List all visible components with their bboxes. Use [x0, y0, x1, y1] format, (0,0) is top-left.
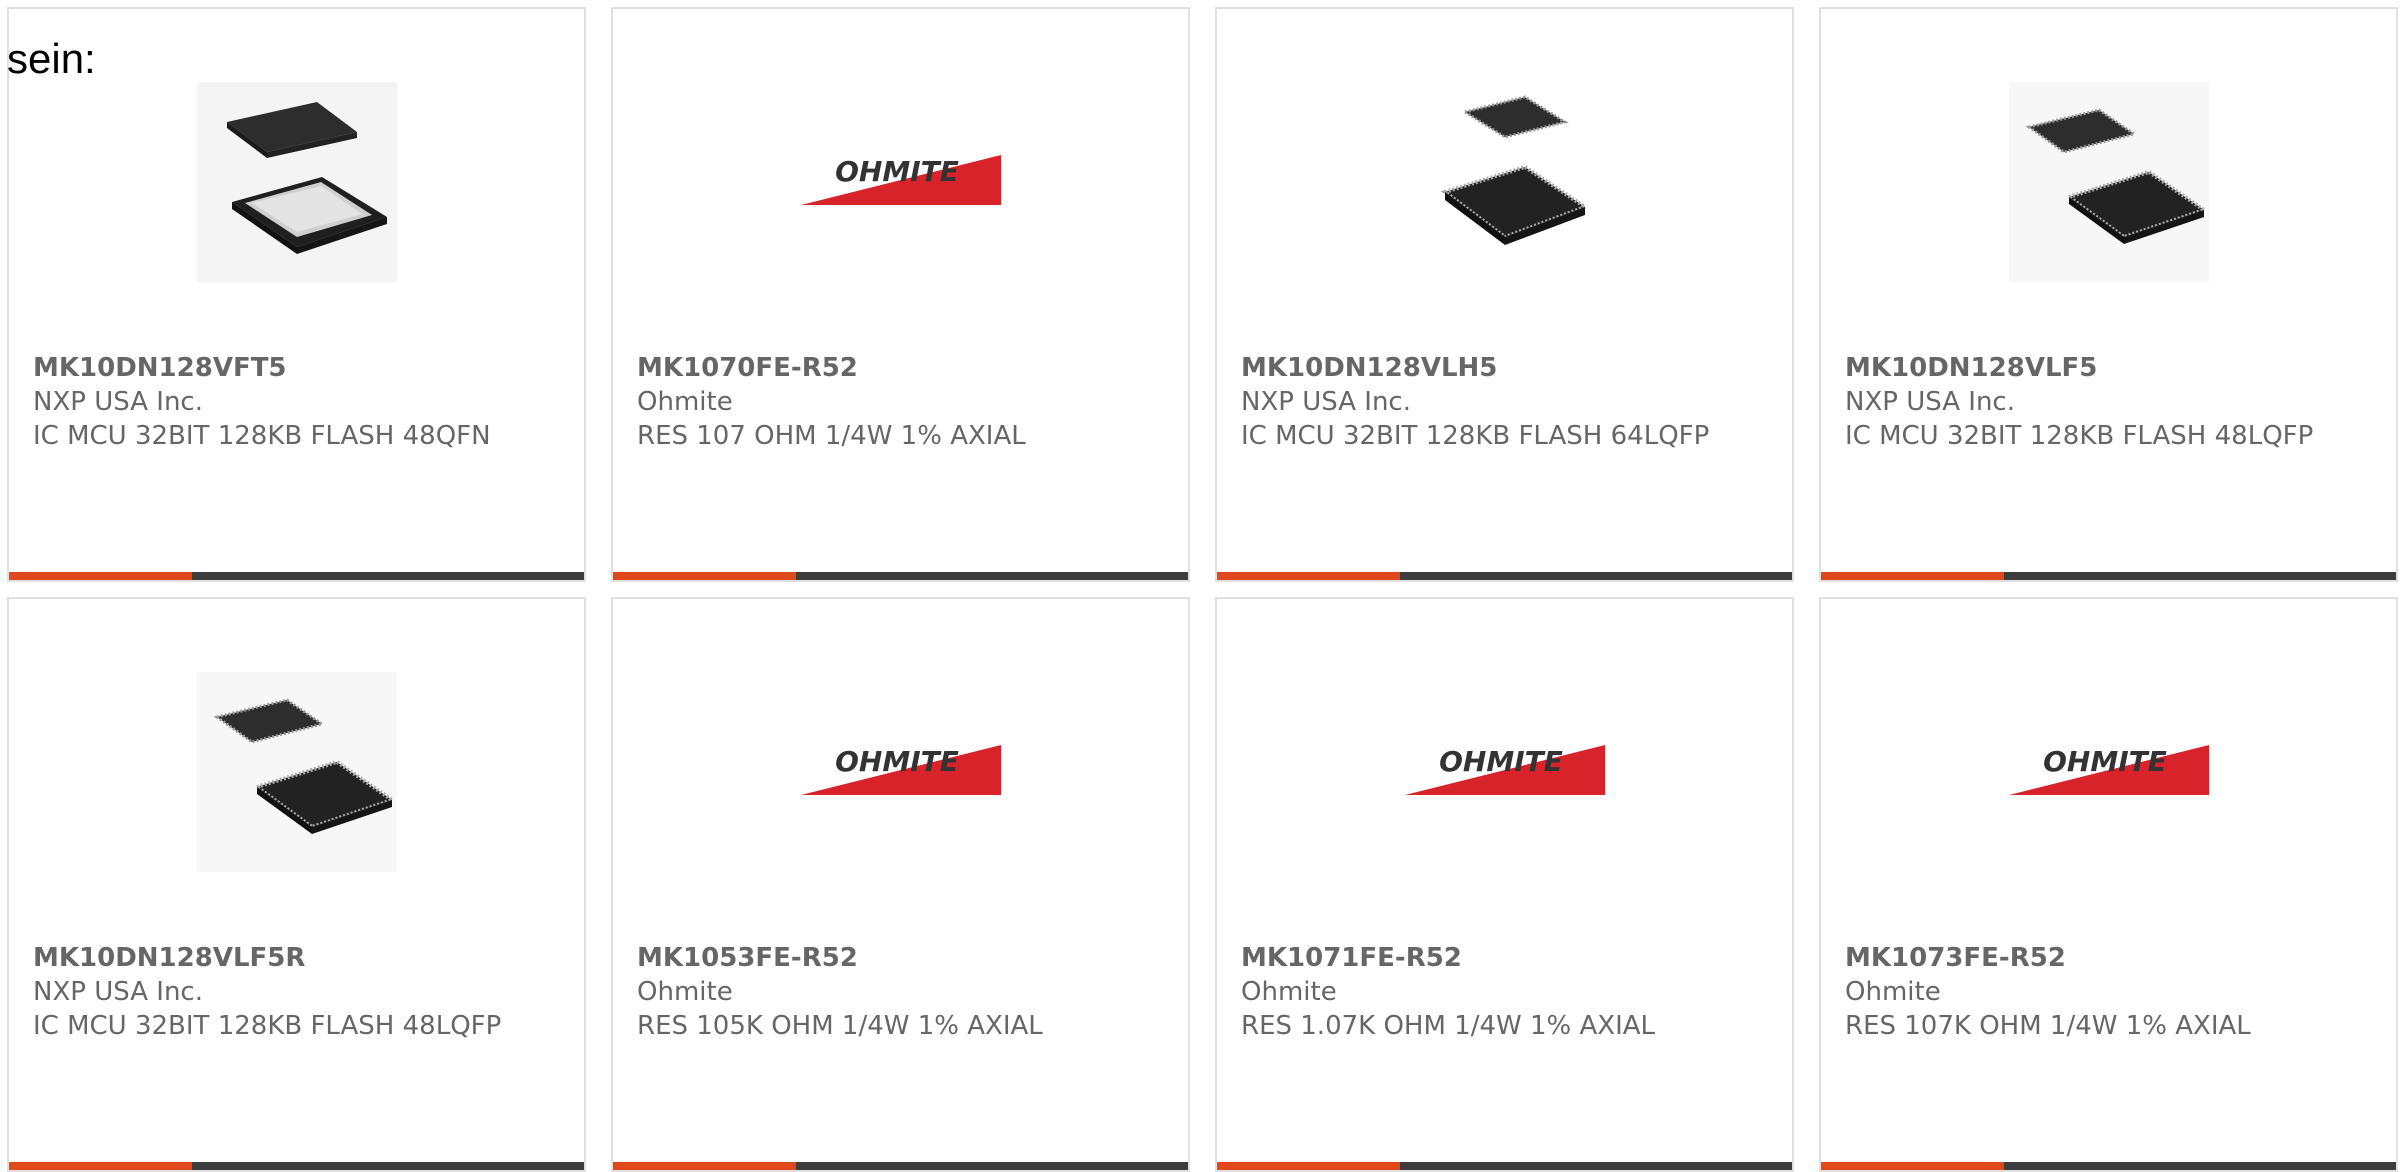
description: RES 1.07K OHM 1/4W 1% AXIAL [1241, 1011, 1656, 1041]
description: RES 107K OHM 1/4W 1% AXIAL [1845, 1011, 2251, 1041]
product-grid: MK10DN128VFT5 NXP USA Inc. IC MCU 32BIT … [7, 7, 2400, 1172]
part-number[interactable]: MK1071FE-R52 [1241, 941, 1772, 975]
ohmite-logo-icon: OHMITE [800, 744, 1001, 795]
card-accent-bar [9, 572, 584, 580]
manufacturer: Ohmite [1845, 977, 1941, 1007]
ohmite-logo-icon: OHMITE [800, 154, 1001, 205]
product-card[interactable]: MK10DN128VFT5 NXP USA Inc. IC MCU 32BIT … [7, 7, 586, 582]
product-card[interactable]: MK10DN128VLH5 NXP USA Inc. IC MCU 32BIT … [1215, 7, 1794, 582]
lqfp-chip-icon [196, 671, 397, 872]
part-number[interactable]: MK10DN128VFT5 [33, 351, 564, 385]
product-image [9, 669, 584, 874]
part-number[interactable]: MK1053FE-R52 [637, 941, 1168, 975]
part-number[interactable]: MK1070FE-R52 [637, 351, 1168, 385]
product-card[interactable]: OHMITE MK1053FE-R52 Ohmite RES 105K OHM … [611, 597, 1190, 1172]
product-card[interactable]: OHMITE MK1071FE-R52 Ohmite RES 1.07K OHM… [1215, 597, 1794, 1172]
part-number[interactable]: MK10DN128VLH5 [1241, 351, 1772, 385]
manufacturer: NXP USA Inc. [33, 977, 203, 1007]
manufacturer: Ohmite [637, 977, 733, 1007]
product-image: OHMITE [613, 669, 1188, 874]
description: RES 105K OHM 1/4W 1% AXIAL [637, 1011, 1043, 1041]
svg-text:OHMITE: OHMITE [2043, 745, 2167, 778]
ohmite-logo-icon: OHMITE [1404, 744, 1605, 795]
description: RES 107 OHM 1/4W 1% AXIAL [637, 421, 1026, 451]
ohmite-logo-icon: OHMITE [2008, 744, 2209, 795]
product-image: OHMITE [1217, 669, 1792, 874]
part-number[interactable]: MK1073FE-R52 [1845, 941, 2376, 975]
product-image [9, 79, 584, 284]
product-image: OHMITE [613, 79, 1188, 284]
manufacturer: NXP USA Inc. [1241, 387, 1411, 417]
lqfp-chip-icon [2008, 81, 2209, 282]
svg-text:OHMITE: OHMITE [1439, 745, 1563, 778]
product-card[interactable]: MK10DN128VLF5R NXP USA Inc. IC MCU 32BIT… [7, 597, 586, 1172]
product-image: OHMITE [1821, 669, 2396, 874]
product-card[interactable]: OHMITE MK1070FE-R52 Ohmite RES 107 OHM 1… [611, 7, 1190, 582]
product-image [1821, 79, 2396, 284]
qfn-chip-icon [196, 81, 397, 282]
card-accent-bar [613, 1162, 1188, 1170]
lqfp-chip-icon [1440, 94, 1589, 245]
product-image [1217, 79, 1792, 284]
manufacturer: Ohmite [637, 387, 733, 417]
part-number[interactable]: MK10DN128VLF5R [33, 941, 564, 975]
card-accent-bar [1217, 572, 1792, 580]
svg-text:OHMITE: OHMITE [835, 745, 959, 778]
description: IC MCU 32BIT 128KB FLASH 48LQFP [1845, 421, 2314, 451]
description: IC MCU 32BIT 128KB FLASH 64LQFP [1241, 421, 1710, 451]
product-card[interactable]: OHMITE MK1073FE-R52 Ohmite RES 107K OHM … [1819, 597, 2398, 1172]
card-accent-bar [9, 1162, 584, 1170]
intro-text: sein: [7, 35, 96, 82]
card-accent-bar [1217, 1162, 1792, 1170]
manufacturer: NXP USA Inc. [33, 387, 203, 417]
manufacturer: NXP USA Inc. [1845, 387, 2015, 417]
card-accent-bar [1821, 1162, 2396, 1170]
manufacturer: Ohmite [1241, 977, 1337, 1007]
card-accent-bar [1821, 572, 2396, 580]
card-accent-bar [613, 572, 1188, 580]
part-number[interactable]: MK10DN128VLF5 [1845, 351, 2376, 385]
description: IC MCU 32BIT 128KB FLASH 48LQFP [33, 1011, 502, 1041]
product-card[interactable]: MK10DN128VLF5 NXP USA Inc. IC MCU 32BIT … [1819, 7, 2398, 582]
svg-text:OHMITE: OHMITE [835, 155, 959, 188]
description: IC MCU 32BIT 128KB FLASH 48QFN [33, 421, 491, 451]
